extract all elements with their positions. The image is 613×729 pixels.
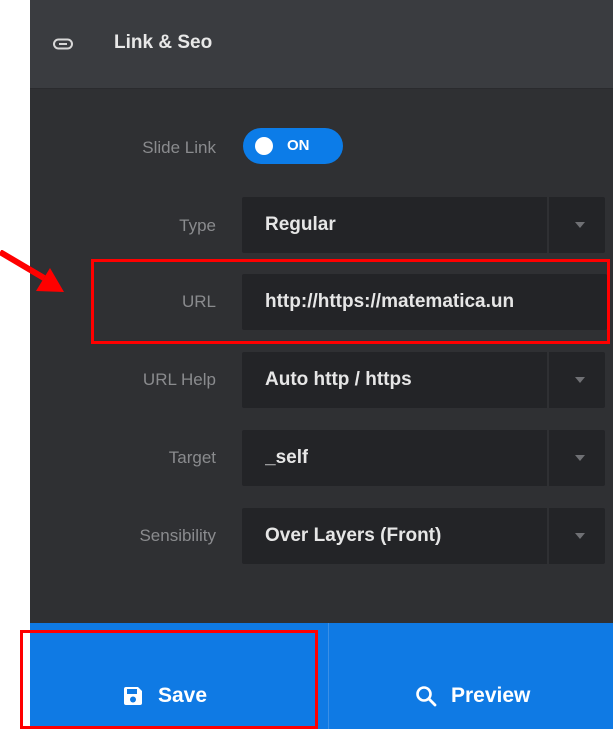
sensibility-label: Sensibility xyxy=(139,526,216,545)
target-value: _self xyxy=(265,447,309,468)
magnifier-icon xyxy=(416,686,437,707)
type-label: Type xyxy=(179,216,216,235)
url-help-label: URL Help xyxy=(142,370,216,389)
select-divider xyxy=(547,508,549,564)
save-label: Save xyxy=(158,684,208,707)
floppy-disk-icon xyxy=(124,687,142,705)
link-seo-panel: Link & Seo Slide Link ON Type Regular UR… xyxy=(30,0,613,729)
url-input[interactable]: http://https://matematica.un xyxy=(242,274,607,330)
slide-link-label: Slide Link xyxy=(142,138,216,157)
save-button[interactable]: Save xyxy=(30,623,328,729)
url-label: URL xyxy=(181,292,216,311)
preview-button[interactable]: Preview xyxy=(329,623,613,729)
caret-down-icon xyxy=(575,377,585,383)
link-icon xyxy=(53,38,73,50)
target-label: Target xyxy=(168,448,216,467)
caret-down-icon xyxy=(575,222,585,228)
footer-bar: Save Preview xyxy=(30,623,613,729)
panel-header[interactable]: Link & Seo xyxy=(30,0,613,89)
type-value: Regular xyxy=(265,214,336,235)
url-help-value: Auto http / https xyxy=(265,369,412,390)
toggle-knob xyxy=(255,137,273,155)
select-divider xyxy=(547,197,549,253)
sensibility-select[interactable]: Over Layers (Front) xyxy=(242,508,605,564)
caret-down-icon xyxy=(575,455,585,461)
slide-link-toggle[interactable]: ON xyxy=(243,128,343,164)
sensibility-value: Over Layers (Front) xyxy=(265,525,442,546)
url-value: http://https://matematica.un xyxy=(265,291,515,312)
url-help-select[interactable]: Auto http / https xyxy=(242,352,605,408)
caret-down-icon xyxy=(575,533,585,539)
toggle-state-text: ON xyxy=(287,137,310,154)
type-select[interactable]: Regular xyxy=(242,197,605,253)
preview-label: Preview xyxy=(451,684,531,707)
select-divider xyxy=(547,430,549,486)
target-select[interactable]: _self xyxy=(242,430,605,486)
panel-title: Link & Seo xyxy=(114,32,213,53)
select-divider xyxy=(547,352,549,408)
